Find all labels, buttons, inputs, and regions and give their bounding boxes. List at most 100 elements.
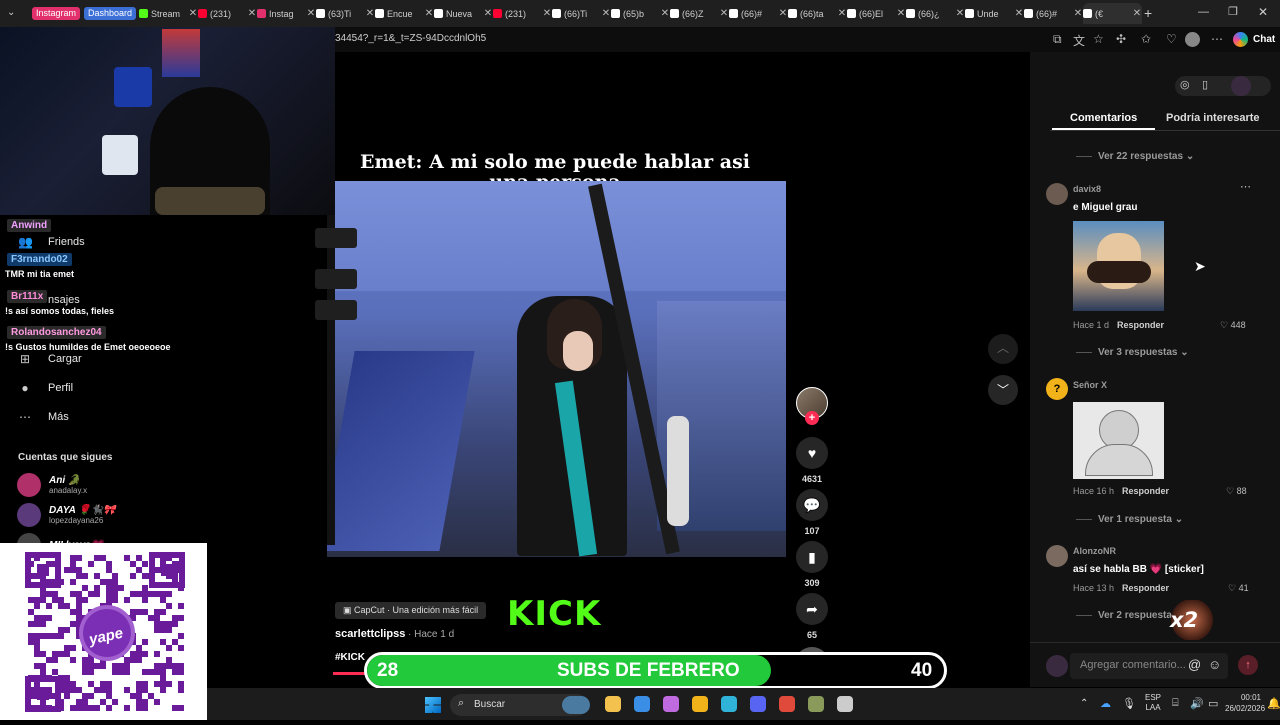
copilot-chat-label[interactable]: Chat <box>1253 34 1275 45</box>
reply-link[interactable]: Responder <box>1117 320 1164 330</box>
folder-icon[interactable] <box>692 696 708 712</box>
discord-icon[interactable] <box>750 696 766 712</box>
comment-button[interactable]: 💬 <box>796 489 828 521</box>
video-frame[interactable] <box>327 181 786 557</box>
close-tab-icon[interactable]: ✕ <box>955 8 965 19</box>
emoji-icon[interactable]: ☺ <box>1208 657 1221 672</box>
open-in-app-icon[interactable]: ⧉ <box>1053 32 1062 47</box>
close-tab-icon[interactable]: ✕ <box>542 8 552 19</box>
close-tab-icon[interactable]: ✕ <box>837 8 847 19</box>
close-tab-icon[interactable]: ✕ <box>719 8 729 19</box>
favorites-bar-icon[interactable]: ✩ <box>1141 32 1151 46</box>
notifications-bell-icon[interactable]: 🔔 <box>1267 697 1280 710</box>
browser-tab[interactable]: Nueva ✕ <box>434 3 493 24</box>
volume-icon[interactable]: 🔊 <box>1190 697 1204 710</box>
close-tab-icon[interactable]: ✕ <box>1014 8 1024 19</box>
browser-tab[interactable]: (66)# ✕ <box>729 3 788 24</box>
new-tab-icon[interactable]: + <box>1144 5 1152 21</box>
profile-avatar[interactable] <box>1185 32 1200 47</box>
mention-icon[interactable]: @ <box>1188 657 1201 672</box>
browser-tab[interactable]: (231) ✕ <box>198 3 257 24</box>
comment-likes[interactable]: ♡ 88 <box>1226 486 1247 497</box>
comment-likes[interactable]: ♡ 448 <box>1220 320 1246 331</box>
browser-tab[interactable]: (66)El ✕ <box>847 3 906 24</box>
battery-icon[interactable]: ▭ <box>1208 697 1218 710</box>
tab-comments[interactable]: Comentarios <box>1070 112 1137 124</box>
save-button[interactable]: ▮ <box>796 541 828 573</box>
restore-icon[interactable]: ❐ <box>1228 5 1238 18</box>
reply-link[interactable]: Responder <box>1122 583 1169 593</box>
browser-tab[interactable]: (65)b ✕ <box>611 3 670 24</box>
edge-browser-icon[interactable] <box>721 696 737 712</box>
browser-tab[interactable]: Instag ✕ <box>257 3 316 24</box>
view-replies-link[interactable]: Ver 3 respuestas ⌄ <box>1076 347 1189 358</box>
shield-icon[interactable]: ♡ <box>1166 32 1177 46</box>
network-icon[interactable]: ⌸ <box>1172 697 1179 710</box>
view-replies-link[interactable]: Ver 22 respuestas ⌄ <box>1076 151 1194 162</box>
close-tab-icon[interactable]: ✕ <box>660 8 670 19</box>
tab-recommended[interactable]: Podría interesarte <box>1166 112 1260 124</box>
browser-tab[interactable]: Unde ✕ <box>965 3 1024 24</box>
tray-chevron-icon[interactable]: ⌃ <box>1080 698 1088 709</box>
browser-tab[interactable]: (66)Z ✕ <box>670 3 729 24</box>
onedrive-icon[interactable]: ☁ <box>1100 697 1111 710</box>
close-tab-icon[interactable]: ✕ <box>247 8 257 19</box>
comment-avatar[interactable] <box>1046 183 1068 205</box>
close-window-icon[interactable]: ✕ <box>1258 5 1268 19</box>
comment-user[interactable]: AlonzoNR <box>1073 546 1116 556</box>
browser-tab[interactable]: Encue ✕ <box>375 3 434 24</box>
copilot-app-icon[interactable] <box>663 696 679 712</box>
url-text[interactable]: 34454?_r=1&_t=ZS-94DccdnlOh5 <box>335 33 486 44</box>
comment-likes[interactable]: ♡ 41 <box>1228 583 1249 594</box>
close-tab-icon[interactable]: ✕ <box>483 8 493 19</box>
file-explorer-icon[interactable] <box>605 696 621 712</box>
video-hashtag[interactable]: #KICK <box>335 652 365 663</box>
translate-icon[interactable]: 文 <box>1073 32 1085 49</box>
browser-tab[interactable]: (66)¿ ✕ <box>906 3 965 24</box>
close-tab-icon[interactable]: ✕ <box>188 8 198 19</box>
tf-app-icon[interactable] <box>779 696 795 712</box>
browser-tab[interactable]: (66)ta ✕ <box>788 3 847 24</box>
browser-tab[interactable]: (66)Ti ✕ <box>552 3 611 24</box>
browser-tab[interactable]: (€ ✕ <box>1083 3 1142 24</box>
share-button[interactable]: ➦ <box>796 593 828 625</box>
reply-link[interactable]: Responder <box>1122 486 1169 496</box>
next-video-icon[interactable]: ﹀ <box>988 375 1018 405</box>
follow-plus-icon[interactable]: + <box>805 411 819 425</box>
minimize-icon[interactable]: — <box>1198 6 1209 18</box>
sidebar-item[interactable]: ⋯ Más <box>18 410 69 424</box>
view-replies-link[interactable]: Ver 1 respuesta ⌄ <box>1076 514 1183 525</box>
comment-avatar[interactable] <box>1046 545 1068 567</box>
comment-image[interactable] <box>1073 402 1164 479</box>
microphone-icon[interactable]: 🎙 <box>1122 697 1136 710</box>
followed-account[interactable]: Ani 🐊 anadalay.x <box>17 473 87 497</box>
clock[interactable]: 00:01 26/02/2026 <box>1225 692 1265 714</box>
copilot-icon[interactable] <box>1233 32 1248 47</box>
sidebar-item[interactable]: ⊞ Cargar <box>18 352 82 366</box>
store-icon[interactable] <box>634 696 650 712</box>
comment-user[interactable]: davix8 <box>1073 184 1101 194</box>
language-indicator[interactable]: ESP LAA <box>1145 693 1161 713</box>
comment-image[interactable] <box>1073 221 1164 311</box>
sidebar-item[interactable]: ● Perfil <box>18 381 73 395</box>
extension-icon[interactable]: ✣ <box>1116 32 1126 46</box>
browser-tab[interactable]: (66)# ✕ <box>1024 3 1083 24</box>
user-avatar[interactable] <box>1231 76 1251 96</box>
like-button[interactable]: ♥ <box>796 437 828 469</box>
close-tab-icon[interactable]: ✕ <box>1132 8 1142 19</box>
tab-list-chevron-icon[interactable]: ⌄ <box>7 7 15 18</box>
previous-video-icon[interactable]: ︿ <box>988 334 1018 364</box>
browser-tab[interactable]: Stream ✕ <box>139 3 198 24</box>
browser-tab[interactable]: (63)Ti ✕ <box>316 3 375 24</box>
close-tab-icon[interactable]: ✕ <box>424 8 434 19</box>
sidebar-item[interactable]: 👥 Friends <box>18 235 85 249</box>
followed-account[interactable]: DAYA 🌹🐈‍⬛🎀 lopezdayana26 <box>17 503 116 527</box>
send-icon[interactable]: ↑ <box>1238 655 1258 675</box>
record-app-icon[interactable] <box>837 696 853 712</box>
game-app-icon[interactable] <box>808 696 824 712</box>
close-tab-icon[interactable]: ✕ <box>896 8 906 19</box>
compass-icon[interactable]: ◎ <box>1180 78 1190 91</box>
bookmark-instagram[interactable]: Instagram <box>32 7 81 20</box>
close-tab-icon[interactable]: ✕ <box>365 8 375 19</box>
comment-user[interactable]: Señor X <box>1073 380 1107 390</box>
